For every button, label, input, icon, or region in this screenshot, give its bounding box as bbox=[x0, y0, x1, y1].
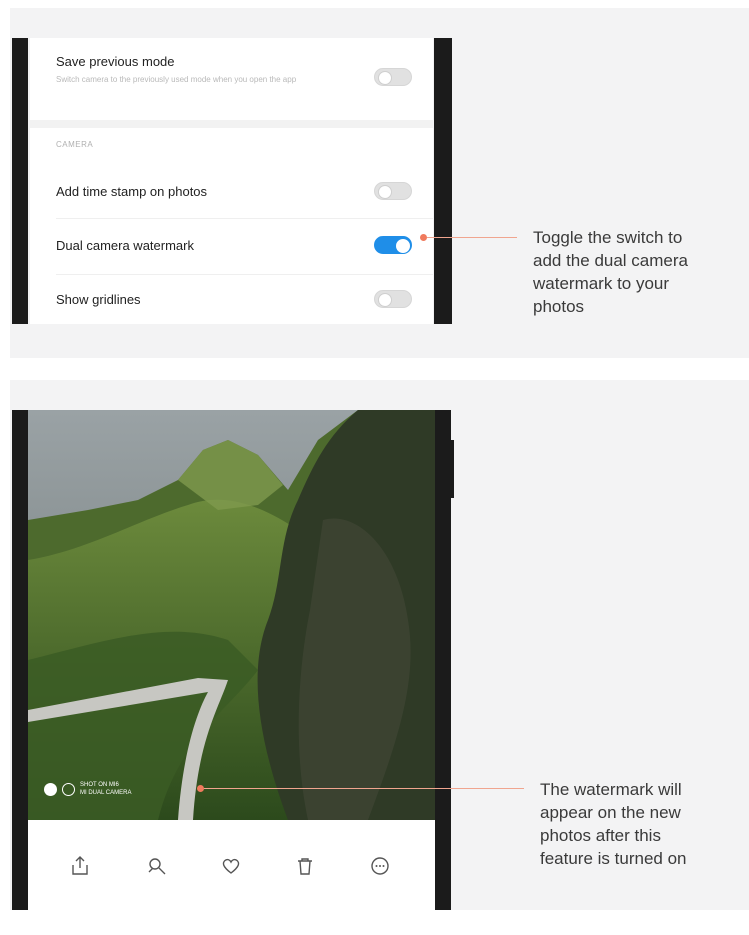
section-label-camera: CAMERA bbox=[56, 140, 94, 149]
divider bbox=[56, 218, 433, 219]
setting-dual-camera-watermark[interactable]: Dual camera watermark bbox=[30, 220, 433, 272]
toggle-knob bbox=[378, 185, 392, 199]
phone-left-edge bbox=[12, 410, 28, 910]
watermark-dot-outline bbox=[62, 783, 75, 796]
callout-line-1: The watermark will bbox=[540, 780, 682, 799]
setting-subtitle: Switch camera to the previously used mod… bbox=[56, 75, 297, 84]
time-stamp-toggle[interactable] bbox=[374, 182, 412, 200]
dual-camera-watermark-toggle[interactable] bbox=[374, 236, 412, 254]
setting-add-time-stamp[interactable]: Add time stamp on photos bbox=[30, 166, 433, 216]
section-separator bbox=[30, 120, 433, 128]
callout-line-4: feature is turned on bbox=[540, 849, 687, 868]
callout-toggle-text: Toggle the switch to add the dual camera… bbox=[533, 226, 749, 318]
edit-icon[interactable] bbox=[145, 854, 169, 878]
callout-line-1: Toggle the switch to bbox=[533, 228, 683, 247]
callout-line-4: photos bbox=[533, 297, 585, 316]
phone-left-edge bbox=[12, 38, 28, 324]
setting-title: Dual camera watermark bbox=[56, 238, 194, 253]
callout-line-toggle bbox=[427, 237, 517, 238]
setting-show-gridlines[interactable]: Show gridlines bbox=[30, 276, 433, 324]
callout-line-watermark bbox=[204, 788, 524, 789]
setting-title: Add time stamp on photos bbox=[56, 184, 208, 199]
watermark-line-1: SHOT ON MI6 bbox=[80, 782, 119, 788]
photo-viewer-screen: SHOT ON MI6 MI DUAL CAMERA bbox=[28, 410, 435, 910]
phone-side-button bbox=[449, 440, 454, 498]
gridlines-toggle[interactable] bbox=[374, 290, 412, 308]
delete-icon[interactable] bbox=[293, 854, 317, 878]
callout-line-2: appear on the new bbox=[540, 803, 681, 822]
landscape-photo bbox=[28, 410, 435, 820]
callout-line-2: add the dual camera bbox=[533, 251, 688, 270]
watermark-text: SHOT ON MI6 MI DUAL CAMERA bbox=[80, 781, 180, 797]
divider bbox=[56, 274, 433, 275]
setting-save-previous-mode[interactable]: Save previous mode Switch camera to the … bbox=[30, 38, 433, 118]
camera-settings-screen: Save previous mode Switch camera to the … bbox=[30, 38, 433, 324]
photo-action-bar bbox=[28, 820, 435, 910]
callout-watermark-text: The watermark will appear on the new pho… bbox=[540, 778, 749, 870]
callout-line-3: watermark to your bbox=[533, 274, 670, 293]
toggle-knob bbox=[396, 239, 410, 253]
watermark-dot-filled bbox=[44, 783, 57, 796]
callout-dot-toggle bbox=[420, 234, 427, 241]
favorite-icon[interactable] bbox=[219, 854, 243, 878]
share-icon[interactable] bbox=[68, 854, 92, 878]
watermark-line-2: MI DUAL CAMERA bbox=[80, 790, 132, 796]
toggle-knob bbox=[378, 71, 392, 85]
callout-dot-watermark bbox=[197, 785, 204, 792]
more-icon[interactable] bbox=[368, 854, 392, 878]
phone-right-edge bbox=[434, 38, 452, 324]
setting-title: Show gridlines bbox=[56, 292, 141, 307]
setting-title: Save previous mode bbox=[56, 54, 175, 69]
save-previous-mode-toggle[interactable] bbox=[374, 68, 412, 86]
toggle-knob bbox=[378, 293, 392, 307]
callout-line-3: photos after this bbox=[540, 826, 661, 845]
